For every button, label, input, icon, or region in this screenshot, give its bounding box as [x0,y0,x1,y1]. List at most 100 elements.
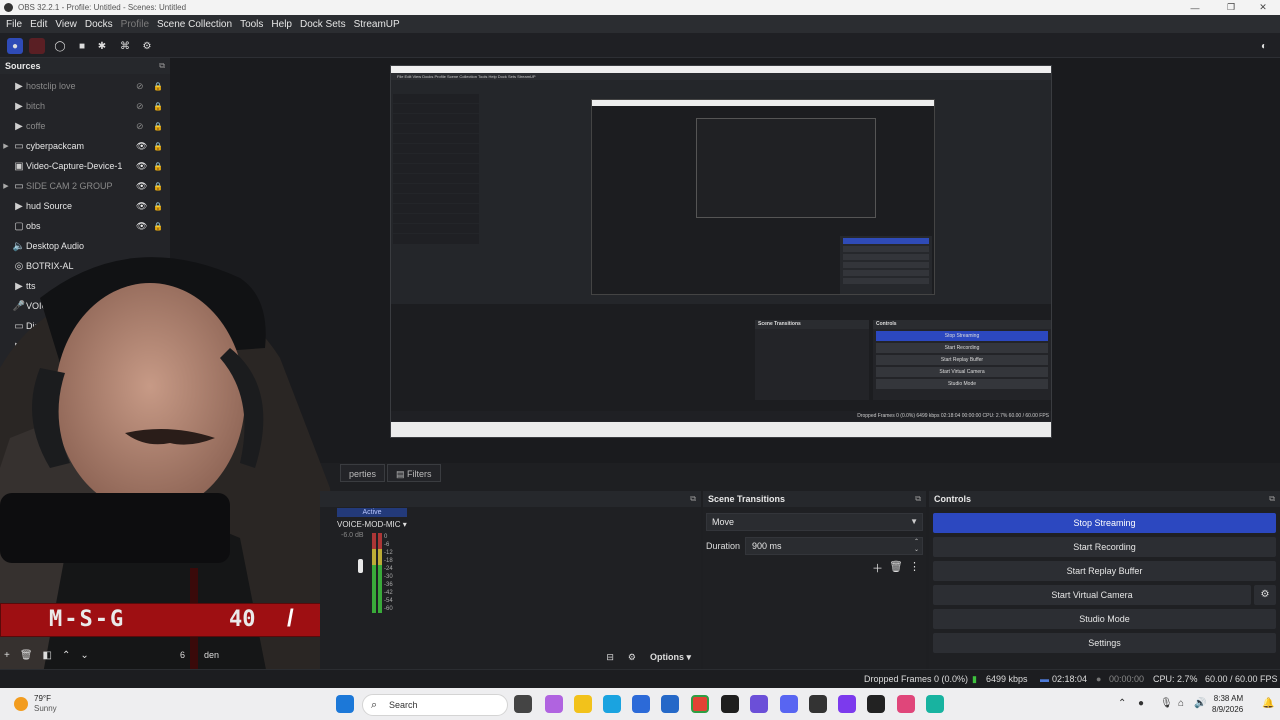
camera-icon[interactable]: ■ [74,38,90,54]
options-button[interactable]: Options ▾ [650,652,691,663]
lock-icon[interactable]: 🔒 [153,222,163,231]
terminal-icon[interactable] [721,695,739,713]
sun-icon[interactable] [14,697,28,711]
edge-icon[interactable] [603,695,621,713]
move-up-icon[interactable]: ⌃ [62,650,70,661]
add-transition-icon[interactable]: ＋ [872,560,883,576]
tray-app-icon[interactable]: ● [1138,698,1144,709]
eye-icon[interactable]: 👁 [136,201,147,212]
source-row[interactable]: ▶ ▭ cyberpackcam 👁 🔒 [0,136,170,156]
source-row[interactable]: ▶ hud Source 👁 🔒 [0,196,170,216]
close-button[interactable]: ✕ [1246,0,1280,15]
app-icon[interactable] [750,695,768,713]
duration-input[interactable]: 900 ms ⌃ ⌄ [745,537,923,555]
minimize-button[interactable]: — [1178,0,1212,15]
menu-view[interactable]: View [51,19,81,30]
file-explorer-icon[interactable] [574,695,592,713]
lock-icon[interactable]: 🔒 [153,182,163,191]
teal-app-icon[interactable] [926,695,944,713]
eye-icon[interactable]: 👁 [136,161,147,172]
eye-hidden-icon[interactable]: ⊘ [136,101,144,112]
source-row[interactable]: ▶ bitch ⊘ 🔒 [0,96,170,116]
streamup-icon[interactable]: ◐ [1256,38,1272,54]
task-view-icon[interactable] [514,695,532,713]
start-button-icon[interactable] [336,695,354,713]
lock-icon[interactable]: 🔒 [153,82,163,91]
dock-float-icon[interactable]: ⧉ [159,61,165,71]
source-row[interactable]: ▶ hostclip love ⊘ 🔒 [0,76,170,96]
taskbar-search[interactable]: ⌕ Search [362,694,508,716]
move-down-icon[interactable]: ⌄ [80,650,88,661]
volume-fader[interactable] [358,559,363,573]
mixer-advanced-icon[interactable]: ⚙ [628,652,636,663]
weather-widget[interactable]: 79°F Sunny [34,694,57,714]
stream-toggle-icon[interactable]: ● [7,38,23,54]
menu-tools[interactable]: Tools [236,19,267,30]
duration-spinner-icon[interactable]: ⌃ ⌄ [914,538,919,554]
network-icon[interactable]: ⌂ [1178,698,1184,709]
chrome-icon[interactable] [691,695,709,713]
menu-docks[interactable]: Docks [81,19,117,30]
tab-properties[interactable]: perties [340,464,386,482]
maximize-button[interactable]: ❐ [1214,0,1248,15]
virtual-camera-settings-gear-icon[interactable]: ⚙ [1254,585,1276,605]
eye-hidden-icon[interactable]: ⊘ [136,121,144,132]
transition-select[interactable]: Move ▼ [706,513,923,531]
menu-scene-collection[interactable]: Scene Collection [153,19,236,30]
tab-filters[interactable]: ▤ Filters [387,464,441,482]
replay-icon[interactable]: ◯ [52,38,68,54]
dock-float-icon[interactable]: ⧉ [690,494,696,504]
lock-icon[interactable]: 🔒 [153,202,163,211]
lock-icon[interactable]: 🔒 [153,122,163,131]
eye-icon[interactable]: 👁 [136,181,147,192]
taskbar-clock[interactable]: 8:38 AM 8/9/2026 [1212,693,1243,715]
start-virtual-camera-button[interactable]: Start Virtual Camera [933,585,1251,605]
lock-icon[interactable]: 🔒 [153,102,163,111]
dock-float-icon[interactable]: ⧉ [1269,494,1275,504]
start-recording-button[interactable]: Start Recording [933,537,1276,557]
start-replay-buffer-button[interactable]: Start Replay Buffer [933,561,1276,581]
record-toggle-icon[interactable] [29,38,45,54]
scene-icon[interactable]: ✱ [94,38,110,54]
settings-button[interactable]: Settings [933,633,1276,653]
eye-icon[interactable]: 👁 [136,141,147,152]
grid-app-icon[interactable] [838,695,856,713]
dock-float-icon[interactable]: ⧉ [915,494,921,504]
menu-profile[interactable]: Profile [117,19,153,30]
add-icon[interactable]: + [4,650,10,661]
eye-icon[interactable]: 👁 [136,221,147,232]
pin-app-icon[interactable] [897,695,915,713]
lock-icon[interactable]: 🔒 [153,142,163,151]
store-icon[interactable] [632,695,650,713]
copilot-icon[interactable] [545,695,563,713]
delete-icon[interactable]: 🗑 [20,650,33,661]
settings-gear-icon[interactable]: ⚙ [139,38,155,54]
notification-bell-icon[interactable]: 🔔 [1262,698,1274,709]
menu-streamup[interactable]: StreamUP [350,19,404,30]
source-row[interactable]: ▣ Video-Capture-Device-1 👁 🔒 [0,156,170,176]
studio-icon[interactable]: ⌘ [117,38,133,54]
source-row[interactable]: ▢ obs 👁 🔒 [0,216,170,236]
remove-transition-icon[interactable]: 🗑 [889,560,903,576]
channel-name[interactable]: VOICE-MOD-MIC ▾ [337,520,407,529]
source-row[interactable]: ▶ coffe ⊘ 🔒 [0,116,170,136]
obs-taskbar-icon[interactable] [809,695,827,713]
volume-icon[interactable]: 🔊 [1194,698,1206,709]
outlook-icon[interactable] [661,695,679,713]
expand-caret-icon[interactable]: ▶ [0,182,12,190]
mic-icon[interactable]: 🎙 [1160,698,1173,709]
tray-overflow-icon[interactable]: ⌃ [1118,698,1126,709]
discord-icon[interactable] [780,695,798,713]
streamdeck-icon[interactable] [867,695,885,713]
expand-caret-icon[interactable]: ▶ [0,142,12,150]
eye-hidden-icon[interactable]: ⊘ [136,81,144,92]
menu-dock-sets[interactable]: Dock Sets [296,19,350,30]
mixer-layout-icon[interactable]: ⊟ [606,652,614,663]
studio-mode-button[interactable]: Studio Mode [933,609,1276,629]
menu-file[interactable]: File [2,19,26,30]
menu-help[interactable]: Help [267,19,296,30]
source-row[interactable]: ▶ ▭ SIDE CAM 2 GROUP 👁 🔒 [0,176,170,196]
stop-streaming-button[interactable]: Stop Streaming [933,513,1276,533]
lock-icon[interactable]: 🔒 [153,162,163,171]
menu-edit[interactable]: Edit [26,19,51,30]
